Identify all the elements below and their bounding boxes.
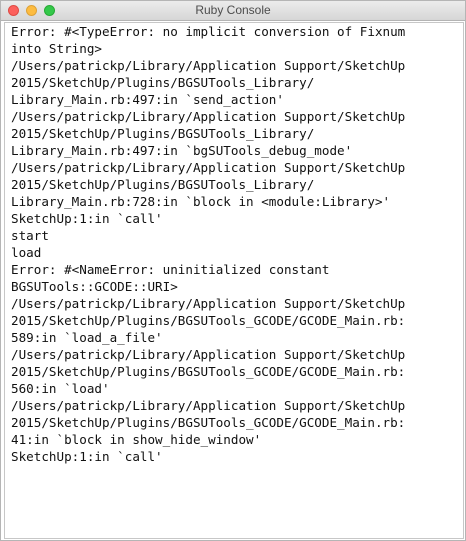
console-line: Error: #<NameError: uninitialized consta… — [11, 262, 330, 277]
console-line: Library_Main.rb:497:in `bgSUTools_debug_… — [11, 143, 353, 158]
console-line: /Users/patrickp/Library/Application Supp… — [11, 347, 406, 362]
console-line: 2015/SketchUp/Plugins/BGSUTools_GCODE/GC… — [11, 415, 406, 430]
console-line: into String> — [11, 41, 102, 56]
console-line: start — [11, 228, 49, 243]
ruby-console-window: Ruby Console Error: #<TypeError: no impl… — [0, 0, 466, 541]
console-line: Library_Main.rb:497:in `send_action' — [11, 92, 284, 107]
console-line: /Users/patrickp/Library/Application Supp… — [11, 109, 406, 124]
console-line: load — [11, 245, 42, 260]
console-line: /Users/patrickp/Library/Application Supp… — [11, 160, 406, 175]
console-line: 2015/SketchUp/Plugins/BGSUTools_GCODE/GC… — [11, 364, 406, 379]
console-line: SketchUp:1:in `call' — [11, 449, 163, 464]
console-line: Library_Main.rb:728:in `block in <module… — [11, 194, 391, 209]
console-line: /Users/patrickp/Library/Application Supp… — [11, 58, 406, 73]
console-line: BGSUTools::GCODE::URI> — [11, 279, 178, 294]
console-line: 589:in `load_a_file' — [11, 330, 163, 345]
console-line: SketchUp:1:in `call' — [11, 211, 163, 226]
console-line: 2015/SketchUp/Plugins/BGSUTools_Library/ — [11, 126, 315, 141]
console-line: 2015/SketchUp/Plugins/BGSUTools_GCODE/GC… — [11, 313, 406, 328]
console-line: Error: #<TypeError: no implicit conversi… — [11, 24, 406, 39]
console-line: 2015/SketchUp/Plugins/BGSUTools_Library/ — [11, 75, 315, 90]
console-line: 2015/SketchUp/Plugins/BGSUTools_Library/ — [11, 177, 315, 192]
console-output[interactable]: Error: #<TypeError: no implicit conversi… — [4, 22, 464, 539]
console-line: /Users/patrickp/Library/Application Supp… — [11, 398, 406, 413]
window-title: Ruby Console — [195, 3, 271, 17]
console-line: /Users/patrickp/Library/Application Supp… — [11, 296, 406, 311]
console-line: 41:in `block in show_hide_window' — [11, 432, 262, 447]
title-bar[interactable]: Ruby Console — [1, 1, 465, 21]
console-line: 560:in `load' — [11, 381, 110, 396]
